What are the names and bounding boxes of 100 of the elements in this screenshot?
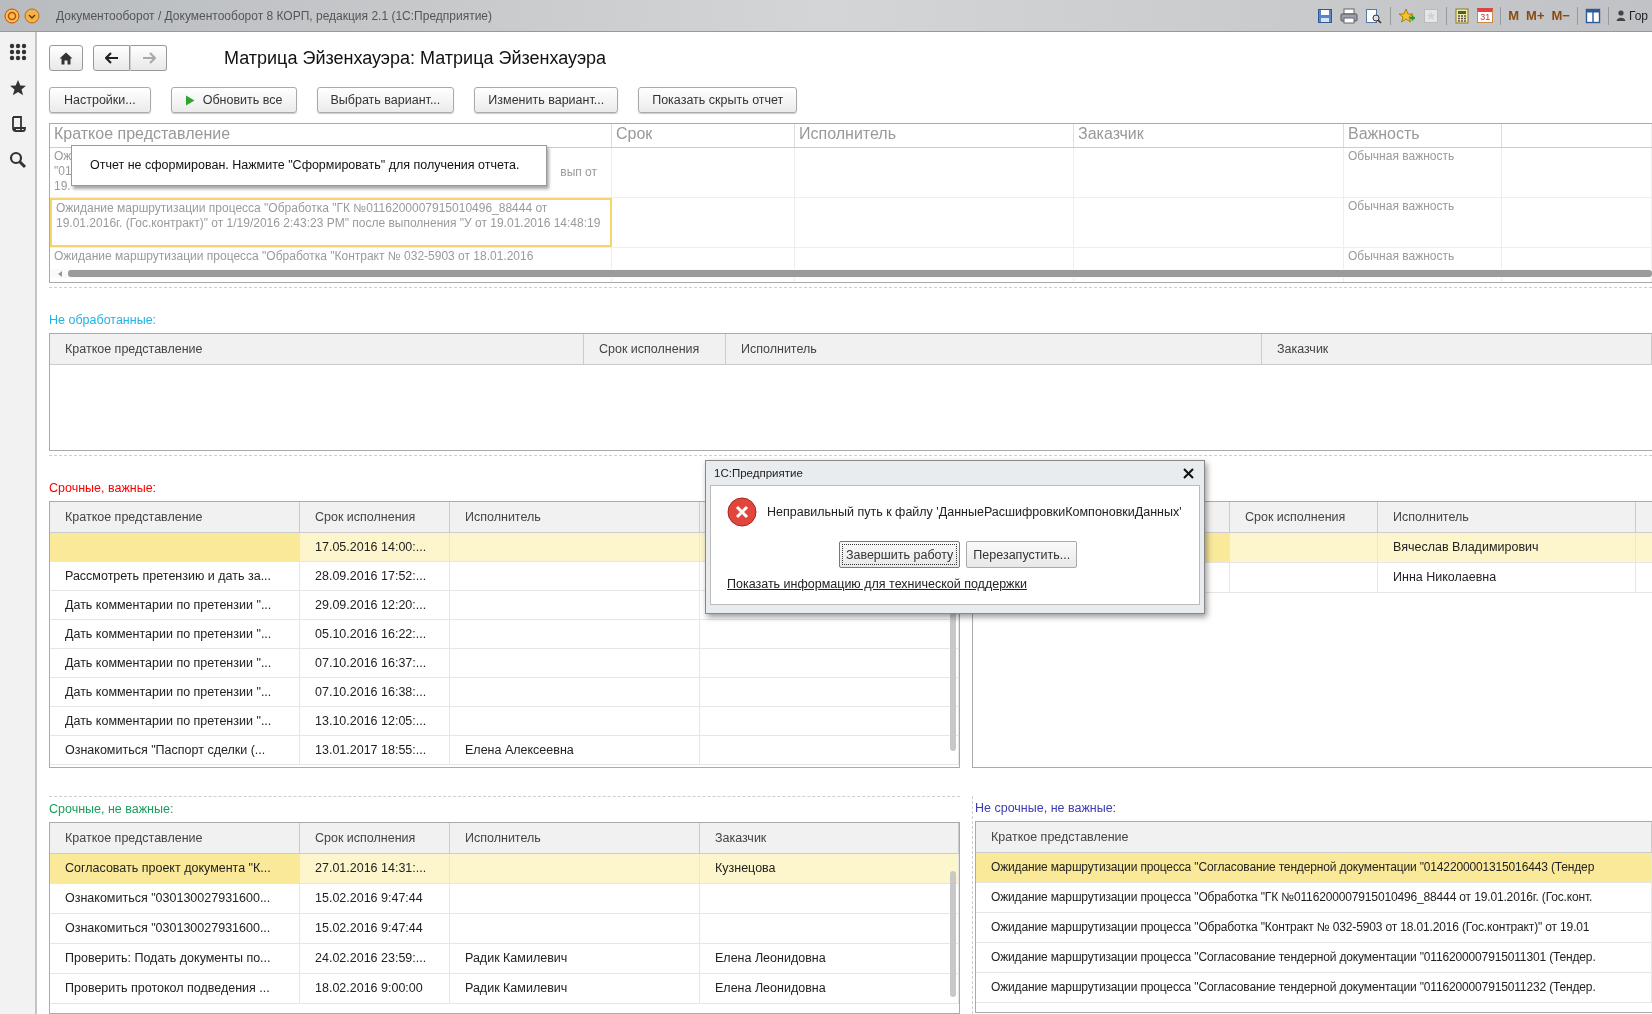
cell-text: 07.10.2016 16:37:... bbox=[315, 656, 427, 670]
scrollbar[interactable] bbox=[50, 269, 1652, 278]
dialog-button[interactable]: Завершить работу bbox=[838, 541, 961, 568]
cell-text: 28.09.2016 17:52:... bbox=[315, 569, 427, 583]
column-header: Срок исполнения bbox=[584, 334, 726, 364]
cell-text: Ожидание маршрутизации процесса "Обработка "Контракт № 032-5903 от 18.01.2016 bbox=[54, 249, 534, 264]
table-row[interactable]: Ознакомиться "Паспорт сделки (... 13.01.2017 18:55:... Елена Алексеевна bbox=[50, 736, 959, 765]
calculator-icon[interactable] bbox=[1454, 7, 1471, 24]
search-icon[interactable] bbox=[8, 151, 27, 169]
column-header: Краткое представление bbox=[50, 823, 300, 853]
table-row[interactable]: Ожидание маршрутизации процесса "Согласование тендерной документации "0116200007915011301 (Тендер. bbox=[976, 943, 1652, 973]
dialog-button[interactable]: Перезапустить... bbox=[966, 541, 1078, 568]
column-header: Важность bbox=[1344, 124, 1502, 147]
cell-text: 15.02.2016 9:47:44 bbox=[315, 891, 423, 905]
cell-text: Дать комментарии по претензии "... bbox=[65, 598, 272, 612]
column-header: Срок исполнения bbox=[1230, 502, 1378, 532]
column-header: Исполнитель bbox=[726, 334, 1262, 364]
memory-button[interactable]: M bbox=[1508, 8, 1520, 23]
cell-text: Обычная важность bbox=[1348, 199, 1455, 213]
cell-text: Ож bbox=[54, 149, 72, 164]
cell-text: 18.02.2016 9:00:00 bbox=[315, 981, 423, 995]
preview-icon[interactable] bbox=[1365, 7, 1384, 24]
column-header: Краткое представление bbox=[50, 502, 300, 532]
cell-text: 27.01.2016 14:31:... bbox=[315, 861, 427, 875]
column-header: Срок исполнения bbox=[300, 502, 450, 532]
section-label: Срочные, не важные: bbox=[49, 802, 175, 818]
command-button[interactable]: Изменить вариант... bbox=[474, 87, 619, 113]
column-header: Срок bbox=[612, 124, 795, 147]
cell-text: Елена Леонидовна bbox=[715, 981, 826, 995]
calendar-icon[interactable]: 31 bbox=[1477, 8, 1494, 23]
section-label: Срочные, важные: bbox=[49, 481, 158, 497]
menu-icon[interactable] bbox=[24, 7, 40, 24]
cell-text: "01 bbox=[54, 164, 72, 179]
cell-text: Дать комментарии по претензии "... bbox=[65, 714, 272, 728]
cell-text: 13.01.2017 18:55:... bbox=[315, 743, 427, 757]
user-icon bbox=[1615, 10, 1626, 21]
close-icon[interactable] bbox=[1183, 467, 1194, 479]
page-title: Матрица Эйзенхауэра: Матрица Эйзенхауэра bbox=[224, 47, 607, 69]
section-label: Не срочные, не важные: bbox=[975, 801, 1118, 817]
command-button[interactable]: Показать скрыть отчет bbox=[638, 87, 798, 113]
column-header: Заказчик bbox=[1262, 334, 1652, 364]
dialog-title: 1С:Предприятие bbox=[714, 467, 803, 479]
cell-text: Обычная важность bbox=[1348, 149, 1455, 163]
cell-text: Елена Леонидовна bbox=[715, 951, 826, 965]
command-button[interactable]: Выбрать вариант... bbox=[316, 87, 455, 113]
error-icon bbox=[727, 497, 757, 527]
column-header: Краткое представление bbox=[976, 822, 1652, 852]
table-row[interactable]: Ожидание маршрутизации процесса "Согласование тендерной документации "0116200007915011232 (Тендер. bbox=[976, 973, 1652, 1003]
column-header: Исполнитель bbox=[450, 823, 700, 853]
window-title: Документооборот / Документооборот 8 КОРП, редакция 2.1 (1С:Предприятие) bbox=[56, 8, 493, 23]
cell-text: 15.02.2016 9:47:44 bbox=[315, 921, 423, 935]
cell-text: 17.05.2016 14:00:... bbox=[315, 540, 427, 554]
cell-text: Ожидание маршрутизации процесса "Согласование тендерной документации "0116200007915011301 (Тендер. bbox=[991, 950, 1596, 964]
star-icon[interactable] bbox=[8, 79, 27, 97]
cell-text: Ознакомиться "030130027931600... bbox=[65, 891, 271, 905]
command-button[interactable]: Настройки... bbox=[49, 87, 151, 113]
table-row[interactable]: Ожидание маршрутизации процесса "Обработка "ГК №0116200007915010496_88444 от 19.01.2016г. (Гос.конт. bbox=[976, 883, 1652, 913]
column-header: Исполнитель bbox=[1378, 502, 1636, 532]
forward-arrow-icon bbox=[141, 52, 156, 64]
cell-text: 24.02.2016 23:59:... bbox=[315, 951, 427, 965]
user-name: Гор bbox=[1628, 8, 1648, 23]
cell-text: Инна Николаевна bbox=[1393, 570, 1497, 584]
user-menu[interactable]: Гор bbox=[1615, 8, 1648, 23]
cell-text: Дать комментарии по претензии "... bbox=[65, 685, 272, 699]
print-icon[interactable] bbox=[1340, 7, 1359, 24]
column-header: Исполнитель bbox=[795, 124, 1074, 147]
memory-button[interactable]: M− bbox=[1551, 8, 1570, 23]
memory-button[interactable]: M+ bbox=[1526, 8, 1545, 23]
command-button[interactable]: Обновить все bbox=[170, 87, 297, 113]
cell-text: Дать комментарии по претензии "... bbox=[65, 627, 272, 641]
cell-text: Ожидание маршрутизации процесса "Обработка "ГК №0116200007915010496_88444 от 19.01.2016г. (Гос.конт. bbox=[991, 890, 1593, 904]
home-button[interactable] bbox=[49, 45, 83, 71]
scroll-left-icon[interactable] bbox=[56, 269, 64, 278]
app-logo-icon[interactable] bbox=[4, 7, 20, 24]
cell-text: 19. bbox=[54, 179, 72, 194]
cell-text: Ознакомиться "Паспорт сделки (... bbox=[65, 743, 266, 757]
cell-text: Ожидание маршрутизации процесса "Обработка "ГК №0116200007915010496_88444 от 19.01.2016г. (Гос.контракт)" от 1/19/2016 2:43:23 PM" после выполнения "У от 19.01.2016 14:48:19 bbox=[56, 201, 602, 231]
play-icon bbox=[184, 94, 195, 106]
column-header: Краткое представление bbox=[50, 334, 584, 364]
table-row[interactable]: Согласовать проект документа "К... 27.01.2016 14:31:... Кузнецова bbox=[50, 854, 959, 884]
cell-text: Дать комментарии по претензии "... bbox=[65, 656, 272, 670]
cell-text: Елена Алексеевна bbox=[465, 743, 574, 757]
cell-text: вып от bbox=[560, 165, 597, 180]
save-icon[interactable] bbox=[1317, 7, 1334, 24]
cell-text: Вячеслав Владимирович bbox=[1393, 540, 1539, 554]
cell-text: 07.10.2016 16:38:... bbox=[315, 685, 427, 699]
cell-text: Кузнецова bbox=[715, 861, 776, 875]
cell-text: 05.10.2016 16:22:... bbox=[315, 627, 427, 641]
apps-grid-icon[interactable] bbox=[8, 43, 27, 61]
cell-text: Обычная важность bbox=[1348, 249, 1455, 263]
table-row[interactable]: Ожидание маршрутизации процесса "Обработка "Контракт № 032-5903 от 18.01.2016 (Гос.контракт)" от 19.01 bbox=[976, 913, 1652, 943]
column-header: Заказчик bbox=[700, 823, 959, 853]
table-row[interactable]: Ожидание маршрутизации процесса "Согласование тендерной документации "0142200001315016443 (Тендер bbox=[976, 853, 1652, 883]
cell-text: Ожидание маршрутизации процесса "Обработка "Контракт № 032-5903 от 18.01.2016 (Гос.контракт)" от 19.01 bbox=[991, 920, 1590, 934]
panel-layout-icon[interactable] bbox=[1584, 7, 1601, 24]
cell-text: Ожидание маршрутизации процесса "Согласование тендерной документации "0142200001315016443 (Тендер bbox=[991, 860, 1595, 874]
tooltip: Отчет не сформирован. Нажмите "Сформировать" для получения отчета. bbox=[71, 145, 547, 186]
cell-text: 13.10.2016 12:05:... bbox=[315, 714, 427, 728]
back-button[interactable] bbox=[93, 45, 130, 71]
cell-text: Проверить протокол подведения ... bbox=[65, 981, 270, 995]
